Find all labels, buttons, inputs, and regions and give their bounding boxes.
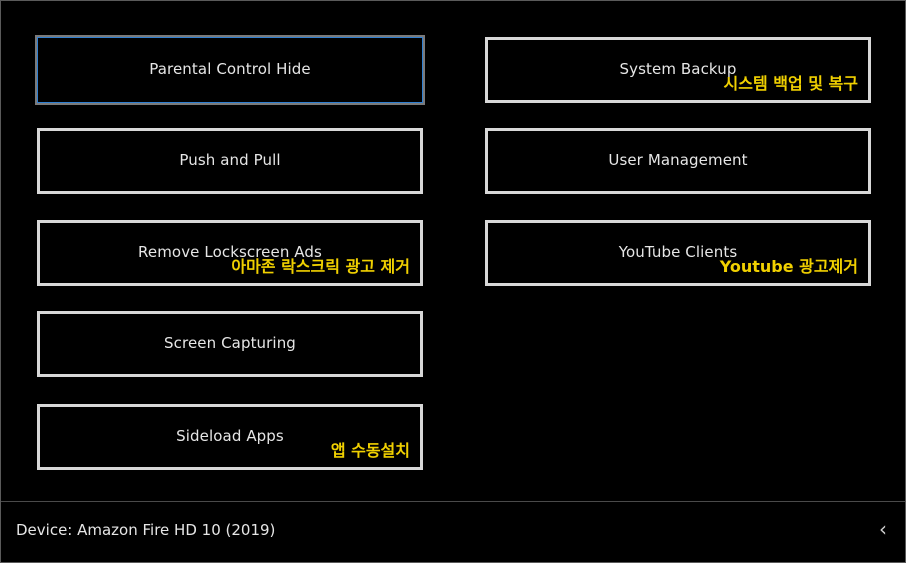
screen-capturing-label: Screen Capturing (164, 334, 296, 352)
remove-lockscreen-ads-button[interactable]: Remove Lockscreen Ads 아마존 락스크릭 광고 제거 (37, 220, 423, 286)
push-and-pull-button[interactable]: Push and Pull (37, 128, 423, 194)
youtube-clients-annotation: Youtube 광고제거 (719, 257, 858, 276)
status-divider (1, 501, 905, 502)
screen-capturing-button[interactable]: Screen Capturing (37, 311, 423, 377)
parental-control-hide-label: Parental Control Hide (149, 60, 311, 78)
remove-lockscreen-ads-annotation: 아마존 락스크릭 광고 제거 (231, 257, 410, 276)
sideload-apps-button[interactable]: Sideload Apps 앱 수동설치 (37, 404, 423, 470)
sideload-apps-annotation: 앱 수동설치 (330, 441, 410, 460)
collapse-chevron-icon[interactable]: ‹ (879, 517, 887, 541)
system-backup-annotation: 시스템 백업 및 복구 (723, 74, 858, 93)
youtube-clients-button[interactable]: YouTube Clients Youtube 광고제거 (485, 220, 871, 286)
push-and-pull-label: Push and Pull (179, 151, 281, 169)
device-status-text: Device: Amazon Fire HD 10 (2019) (16, 521, 276, 539)
system-backup-button[interactable]: System Backup 시스템 백업 및 복구 (485, 37, 871, 103)
user-management-button[interactable]: User Management (485, 128, 871, 194)
parental-control-hide-button[interactable]: Parental Control Hide (35, 35, 425, 105)
app-window: Parental Control Hide System Backup 시스템 … (0, 0, 906, 563)
user-management-label: User Management (608, 151, 748, 169)
